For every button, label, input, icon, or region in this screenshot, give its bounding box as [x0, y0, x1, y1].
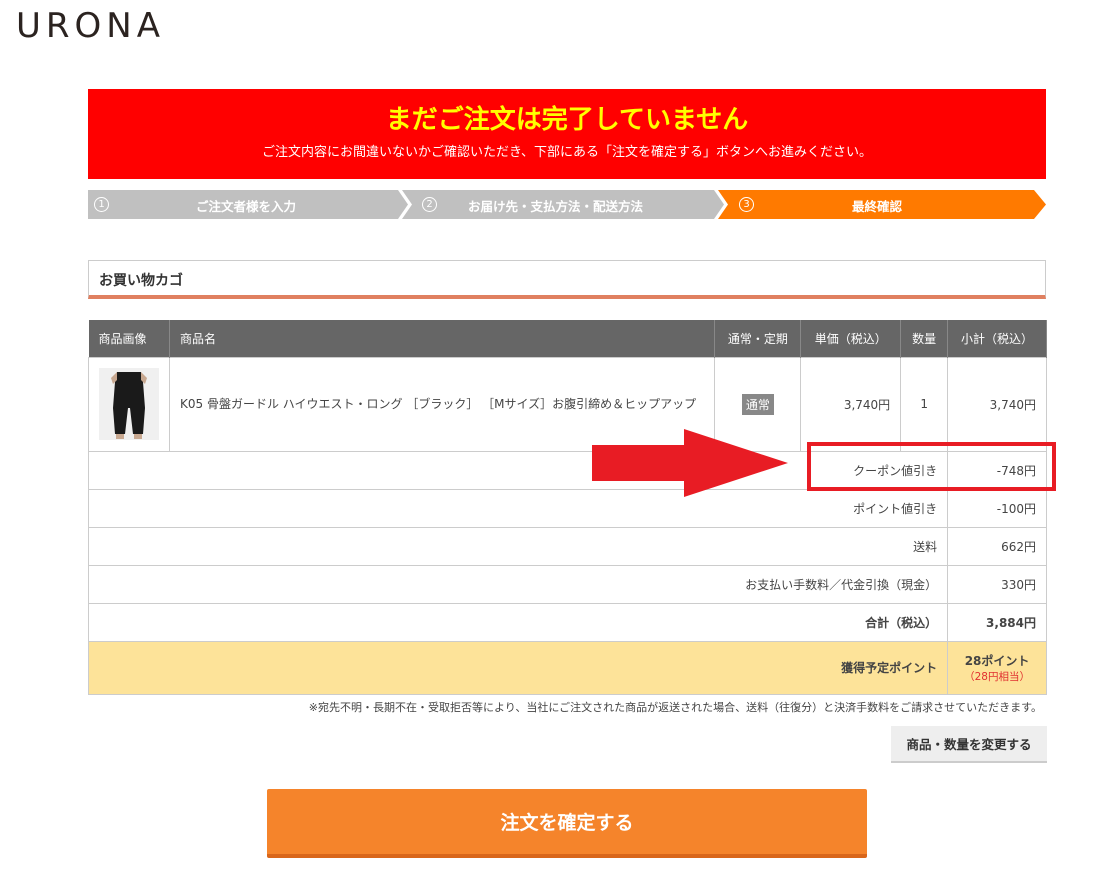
points-label: 獲得予定ポイント: [87, 640, 949, 695]
col-type: 通常・定期: [714, 320, 802, 357]
table-header: 商品画像 商品名 通常・定期 単価（税込） 数量 小計（税込）: [88, 320, 1047, 357]
summary-row-point: ポイント値引き -100円: [87, 488, 1047, 528]
alert-title: まだご注文は完了していません: [385, 105, 749, 135]
col-qty: 数量: [900, 320, 949, 357]
summary-row-points: 獲得予定ポイント 28ポイント （28円相当）: [87, 640, 1047, 695]
col-unit-price: 単価（税込）: [800, 320, 902, 357]
total-value: 3,884円: [947, 602, 1047, 642]
total-label: 合計（税込）: [87, 602, 949, 642]
step-1: 1 ご注文者様を入力: [88, 190, 408, 219]
points-cell: 28ポイント （28円相当）: [947, 640, 1047, 695]
summary-row-shipping: 送料 662円: [87, 526, 1047, 566]
step-label: ご注文者様を入力: [196, 199, 297, 214]
col-subtotal: 小計（税込）: [947, 320, 1047, 357]
col-image: 商品画像: [88, 320, 170, 357]
step-2: 2 お届け先・支払方法・配送方法: [402, 190, 724, 219]
col-name: 商品名: [169, 320, 716, 357]
point-discount-value: -100円: [947, 488, 1047, 528]
payment-fee-label: お支払い手数料／代金引換（現金）: [87, 564, 949, 604]
change-items-button[interactable]: 商品・数量を変更する: [891, 726, 1047, 763]
checkout-steps: 1 ご注文者様を入力 2 お届け先・支払方法・配送方法 3 最終確認: [88, 190, 1046, 219]
step-label: お届け先・支払方法・配送方法: [468, 199, 644, 214]
annotation-arrow-icon: [592, 429, 788, 497]
cart-table: 商品画像 商品名 通常・定期 単価（税込） 数量 小計（税込） K05 骨盤ガー…: [87, 320, 1047, 695]
payment-fee-value: 330円: [947, 564, 1047, 604]
table-row: K05 骨盤ガードル ハイウエスト・ロング ［ブラック］ ［Mサイズ］お腹引締め…: [88, 356, 1047, 452]
brand-logo[interactable]: URONA: [16, 6, 165, 46]
order-type-badge: 通常: [741, 393, 774, 415]
step-number: 1: [94, 197, 109, 212]
confirm-order-button[interactable]: 注文を確定する: [267, 789, 867, 858]
step-3: 3 最終確認: [718, 190, 1046, 219]
product-image-cell: [88, 356, 170, 452]
incomplete-order-alert: まだご注文は完了していません ご注文内容にお間違いないかご確認いただき、下部にあ…: [88, 89, 1046, 179]
summary-row-total: 合計（税込） 3,884円: [87, 602, 1047, 642]
return-policy-note: ※宛先不明・長期不在・受取拒否等により、当社にご注文された商品が返送された場合、…: [308, 701, 1042, 714]
product-image[interactable]: [99, 368, 159, 440]
points-value: 28ポイント: [964, 653, 1030, 668]
shipping-label: 送料: [87, 526, 949, 566]
item-subtotal: 3,740円: [947, 356, 1047, 452]
cart-heading: お買い物カゴ: [88, 260, 1046, 299]
points-sub: （28円相当）: [964, 670, 1030, 683]
alert-subtitle: ご注文内容にお間違いないかご確認いただき、下部にある「注文を確定する」ボタンへお…: [261, 145, 873, 160]
step-number: 2: [422, 197, 437, 212]
annotation-highlight-box: [807, 442, 1056, 491]
point-discount-label: ポイント値引き: [87, 488, 949, 528]
cart-heading-text: お買い物カゴ: [99, 273, 183, 289]
summary-row-fee: お支払い手数料／代金引換（現金） 330円: [87, 564, 1047, 604]
quantity: 1: [900, 356, 949, 452]
unit-price: 3,740円: [800, 356, 902, 452]
shipping-value: 662円: [947, 526, 1047, 566]
step-number: 3: [739, 197, 754, 212]
step-label: 最終確認: [852, 199, 903, 214]
